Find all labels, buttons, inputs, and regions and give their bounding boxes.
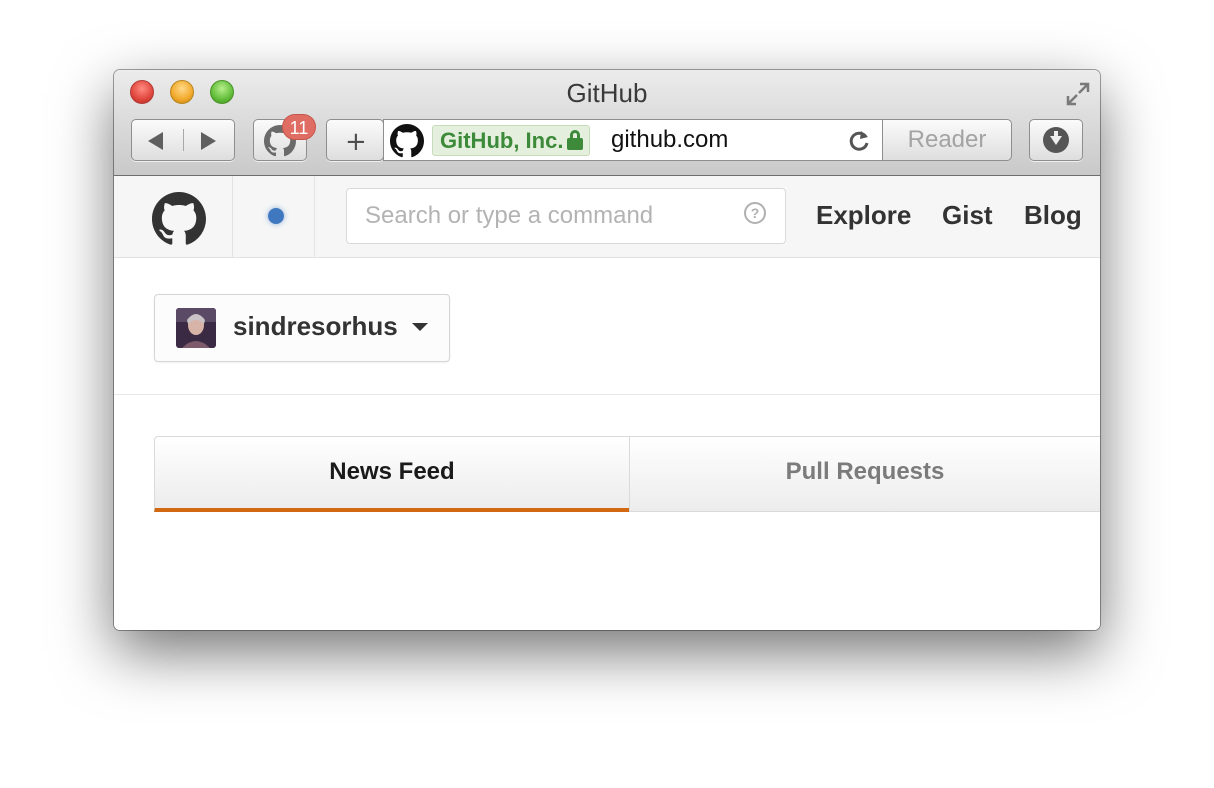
address-bar[interactable]: GitHub, Inc. github.com [383, 119, 883, 161]
header-divider [232, 176, 233, 258]
back-arrow-icon[interactable] [148, 132, 163, 150]
account-context-switcher[interactable]: sindresorhus [154, 294, 450, 362]
github-header: Search or type a command ? Explore Gist … [114, 176, 1100, 258]
reader-button[interactable]: Reader [882, 119, 1012, 161]
nav-divider [183, 129, 184, 151]
download-icon [1043, 127, 1069, 153]
forward-arrow-icon[interactable] [201, 132, 216, 150]
lock-icon [567, 130, 584, 150]
back-forward-buttons [131, 119, 235, 161]
reload-icon[interactable] [844, 126, 874, 156]
page-content: Search or type a command ? Explore Gist … [114, 176, 1100, 630]
downloads-button[interactable] [1029, 119, 1083, 161]
nav-link-explore[interactable]: Explore [816, 200, 911, 231]
avatar [176, 308, 216, 348]
ev-certificate-label: GitHub, Inc. [440, 128, 564, 153]
extension-count-badge: 11 [282, 114, 316, 140]
fullscreen-icon[interactable] [1064, 80, 1092, 108]
header-divider [314, 176, 315, 258]
nav-link-gist[interactable]: Gist [942, 200, 993, 231]
username: sindresorhus [233, 311, 398, 341]
new-tab-button[interactable]: + [326, 119, 384, 161]
chevron-down-icon [412, 323, 428, 331]
window-title: GitHub [566, 78, 648, 108]
ev-certificate-badge[interactable]: GitHub, Inc. [432, 125, 591, 156]
help-icon[interactable]: ? [744, 202, 766, 224]
plus-icon: + [345, 127, 367, 157]
section-divider [114, 394, 1100, 395]
notification-indicator[interactable] [268, 208, 284, 224]
dashboard-tabs: News Feed Pull Requests [154, 436, 1100, 514]
browser-toolbar: GitHub 11 + GitHub, Inc. github.com Read… [114, 70, 1100, 176]
github-logo-icon[interactable] [152, 192, 206, 246]
nav-link-blog[interactable]: Blog [1024, 200, 1082, 231]
tab-pull-requests[interactable]: Pull Requests [629, 436, 1100, 512]
tab-news-feed[interactable]: News Feed [154, 436, 630, 512]
browser-window: GitHub 11 + GitHub, Inc. github.com Read… [114, 70, 1100, 630]
url-text[interactable]: github.com [611, 125, 728, 155]
search-input[interactable]: Search or type a command [346, 188, 786, 244]
site-favicon-icon [390, 124, 424, 158]
